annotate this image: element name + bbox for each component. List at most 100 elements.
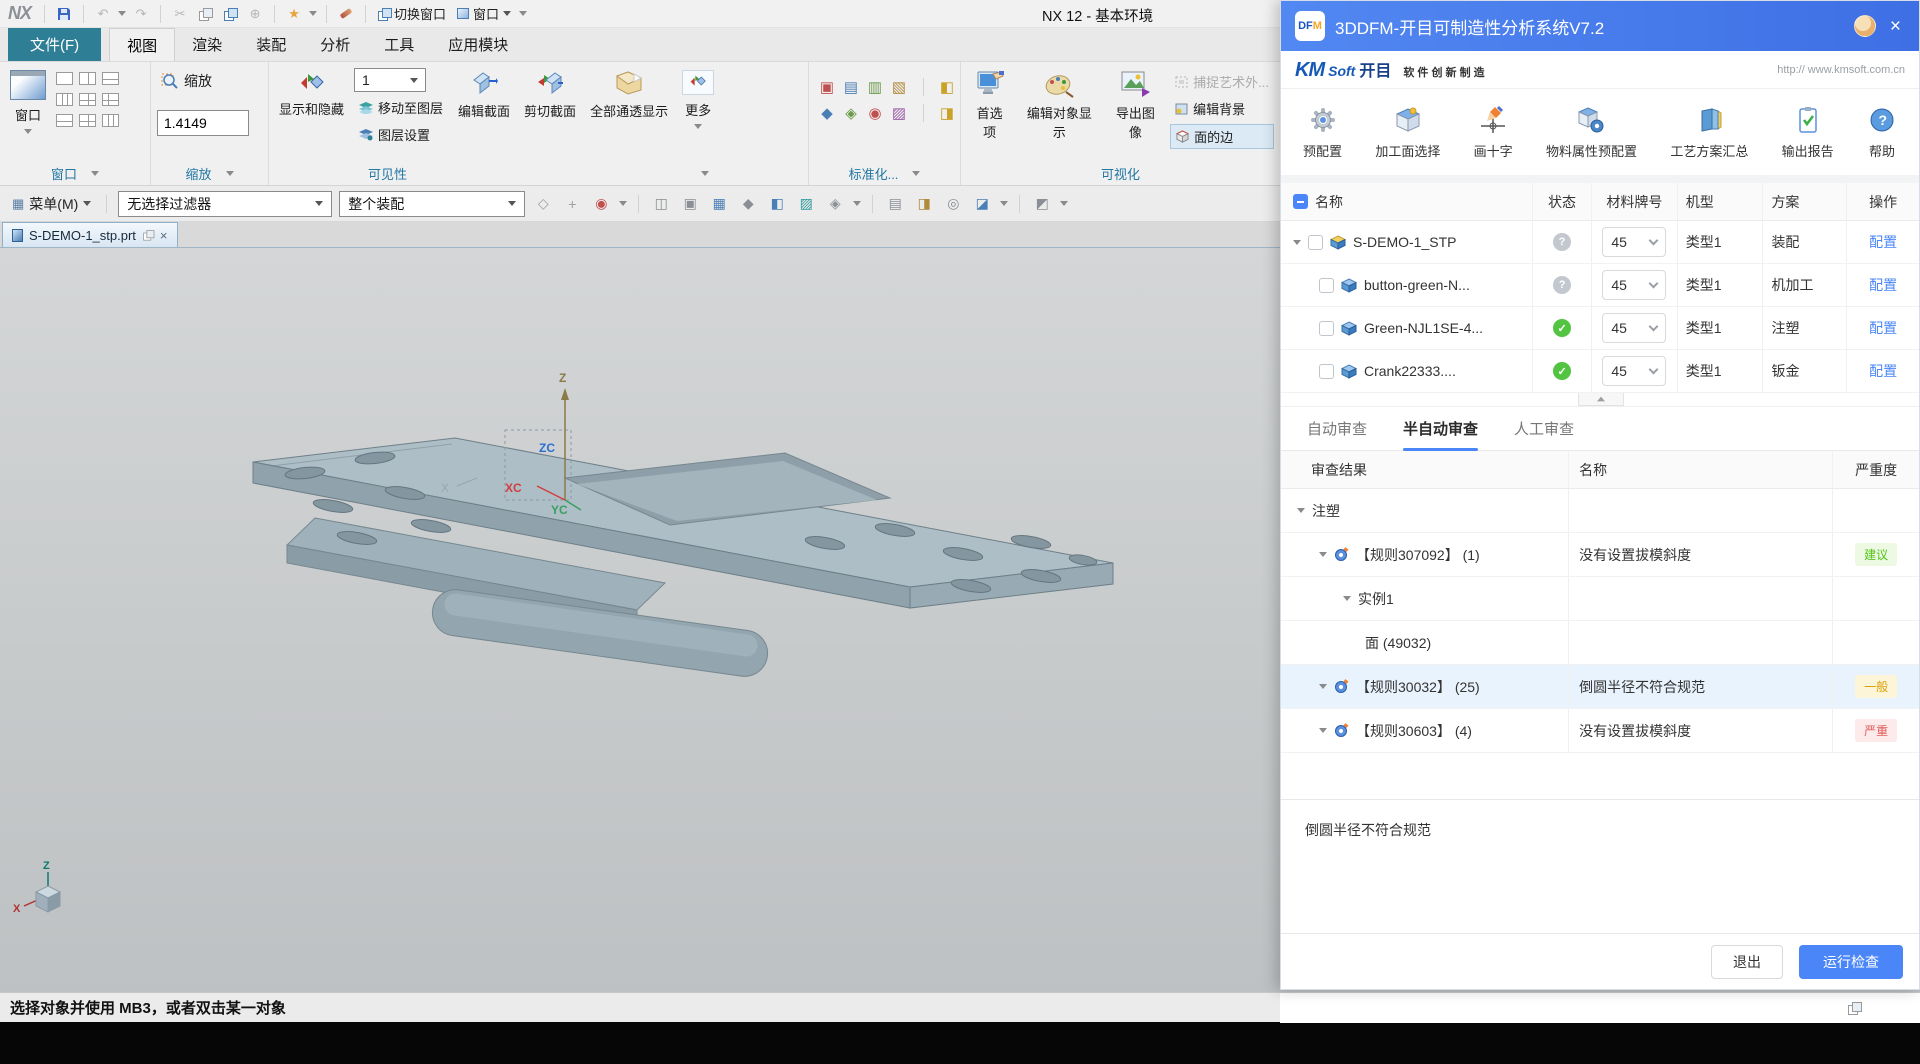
layer-select[interactable]: 1 (354, 68, 426, 92)
redo-icon[interactable]: ↷ (131, 4, 151, 24)
standards-icon-9[interactable]: ▨ (892, 106, 906, 121)
export-image-button[interactable]: 导出图像 (1107, 68, 1165, 143)
table-row[interactable]: Green-NJL1SE-4... ✓ 45 类型1 注塑 配置 (1281, 307, 1919, 350)
standards-icon-5[interactable]: ◧ (940, 80, 954, 95)
row-checkbox[interactable] (1319, 321, 1334, 336)
standards-icon-3[interactable]: ▥ (868, 80, 882, 95)
material-select[interactable]: 45 (1602, 270, 1666, 300)
paste-icon[interactable] (220, 4, 240, 24)
layout-two-vertical-icon[interactable] (79, 72, 96, 85)
copy-icon[interactable] (195, 4, 215, 24)
zoom-value-input[interactable] (157, 110, 249, 136)
orient-view-icon[interactable]: ◆ (737, 192, 759, 216)
menu-button[interactable]: ▦ 菜单(M) (8, 192, 95, 216)
material-select[interactable]: 45 (1602, 313, 1666, 343)
dfm-header[interactable]: DFM 3DDFM-开目可制造性分析系统V7.2 × (1281, 1, 1919, 51)
tab-manual-review[interactable]: 人工审查 (1514, 407, 1574, 450)
standards-icon-4[interactable]: ▧ (892, 80, 906, 95)
result-row[interactable]: 【规则307092】 (1) 没有设置拔模斜度 建议 (1281, 533, 1919, 577)
snap-midpoint-icon[interactable]: + (561, 192, 583, 216)
expand-caret-icon[interactable] (1343, 596, 1351, 601)
user-avatar[interactable] (1854, 15, 1876, 37)
configure-link[interactable]: 配置 (1869, 318, 1897, 338)
layout-single-icon[interactable] (56, 72, 73, 85)
capture-art-button[interactable]: 捕捉艺术外... (1170, 70, 1274, 93)
selection-ball-icon[interactable]: ◉ (590, 192, 612, 216)
material-select[interactable]: 45 (1602, 227, 1666, 257)
collapse-table-button[interactable] (1578, 393, 1624, 406)
layout-grid-icon[interactable] (79, 114, 96, 127)
close-tab-icon[interactable]: × (160, 229, 168, 242)
effects-icon[interactable]: ◩ (1031, 192, 1053, 216)
row-checkbox[interactable] (1308, 235, 1323, 250)
undo-caret-icon[interactable] (118, 11, 126, 16)
star-icon[interactable]: ★ (284, 4, 304, 24)
part-tab[interactable]: S-DEMO-1_stp.prt × (2, 222, 178, 247)
window-menu-button[interactable]: 窗口 (454, 4, 514, 23)
zoom-button[interactable]: 缩放 (157, 68, 216, 94)
material-select[interactable]: 45 (1602, 356, 1666, 386)
highlight-icon[interactable]: ▣ (679, 192, 701, 216)
standards-icon-8[interactable]: ◉ (868, 106, 881, 121)
expand-caret-icon[interactable] (1319, 728, 1327, 733)
face-edges-button[interactable]: 面的边 (1170, 124, 1274, 149)
show-through-button[interactable]: 全部通透显示 (586, 68, 672, 122)
tab-auto-review[interactable]: 自动审查 (1307, 407, 1367, 450)
preferences-button[interactable]: 首选项 (967, 68, 1012, 143)
table-row[interactable]: button-green-N... ? 45 类型1 机加工 配置 (1281, 264, 1919, 307)
tab-semiauto-review[interactable]: 半自动审查 (1403, 407, 1478, 450)
edit-section-button[interactable]: 编辑截面 (454, 68, 514, 122)
render-style-icon[interactable]: ◧ (766, 192, 788, 216)
switch-window-button[interactable]: 切换窗口 (375, 4, 449, 23)
edit-object-display-button[interactable]: 编辑对象显示 (1018, 68, 1100, 143)
select-all-checkbox[interactable] (1293, 194, 1308, 209)
window-layout-button[interactable]: 窗口 (6, 68, 50, 136)
run-check-button[interactable]: 运行检查 (1799, 945, 1903, 979)
exit-button[interactable]: 退出 (1711, 945, 1783, 979)
layout-three-vertical-icon[interactable] (56, 93, 73, 106)
expand-caret-icon[interactable] (1297, 508, 1305, 513)
result-row[interactable]: 实例1 (1281, 577, 1919, 621)
tool-gear-icon[interactable]: ◎ (942, 192, 964, 216)
machining-face-button[interactable]: 加工面选择 (1375, 105, 1440, 160)
expand-caret-icon[interactable] (1319, 684, 1327, 689)
file-menu-button[interactable]: 文件(F) (8, 28, 101, 61)
selection-filter-select[interactable]: 无选择过滤器 (118, 191, 332, 217)
layer-settings-button[interactable]: 图层设置 (354, 123, 448, 146)
show-hide-button[interactable]: 显示和隐藏 (275, 68, 348, 120)
undo-icon[interactable]: ↶ (93, 4, 113, 24)
sphere-icon[interactable]: ⊕ (245, 4, 265, 24)
tab-render[interactable]: 渲染 (175, 28, 239, 61)
brush-icon[interactable] (336, 4, 356, 24)
layout-two-rows-icon[interactable] (56, 114, 73, 127)
standards-icon-7[interactable]: ◈ (845, 106, 857, 121)
restore-tab-icon[interactable] (143, 230, 153, 240)
tab-assembly[interactable]: 装配 (239, 28, 303, 61)
more-button[interactable]: 更多 (678, 68, 718, 131)
standards-icon-1[interactable]: ▣ (820, 80, 834, 95)
pan-view-icon[interactable]: ◈ (824, 192, 846, 216)
preconfig-button[interactable]: 预配置 (1303, 105, 1342, 160)
material-preconfig-button[interactable]: 物料属性预配置 (1546, 105, 1637, 160)
save-icon[interactable] (54, 4, 74, 24)
configure-link[interactable]: 配置 (1869, 361, 1897, 381)
table-row[interactable]: S-DEMO-1_STP ? 45 类型1 装配 配置 (1281, 221, 1919, 264)
draw-cross-button[interactable]: 画十字 (1474, 105, 1513, 160)
toolbar-overflow-caret-icon[interactable] (519, 11, 527, 16)
window-display-icon[interactable]: ▤ (884, 192, 906, 216)
clip-section-button[interactable]: 剪切截面 (520, 68, 580, 122)
background-style-icon[interactable]: ◨ (913, 192, 935, 216)
layout-four-icon[interactable] (79, 93, 96, 106)
output-report-button[interactable]: 输出报告 (1782, 105, 1834, 160)
tab-tools[interactable]: 工具 (367, 28, 431, 61)
result-row[interactable]: 【规则30603】 (4) 没有设置拔模斜度 严重 (1281, 709, 1919, 753)
result-row[interactable]: 注塑 (1281, 489, 1919, 533)
cad-model[interactable]: Z ZC XC YC X (245, 358, 1125, 703)
result-row-selected[interactable]: 【规则30032】 (25) 倒圆半径不符合规范 一般 (1281, 665, 1919, 709)
edit-background-button[interactable]: 编辑背景 (1170, 97, 1274, 120)
tab-application[interactable]: 应用模块 (431, 28, 525, 61)
configure-link[interactable]: 配置 (1869, 275, 1897, 295)
process-summary-button[interactable]: 工艺方案汇总 (1670, 105, 1748, 160)
tab-view[interactable]: 视图 (109, 28, 175, 61)
shadow-icon[interactable]: ▨ (795, 192, 817, 216)
